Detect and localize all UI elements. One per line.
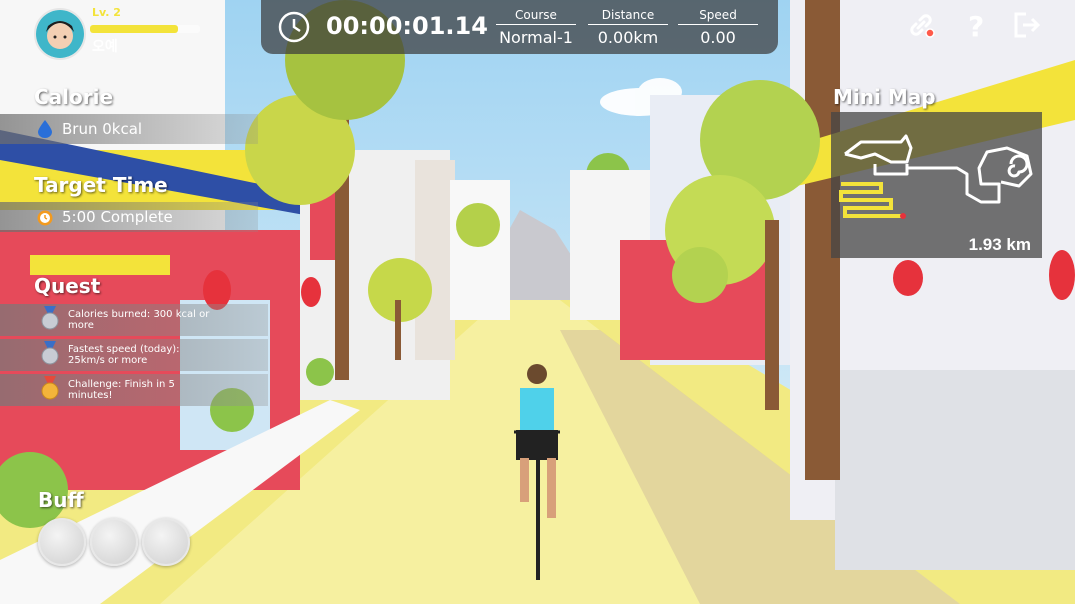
course-value: Normal-1 (499, 28, 573, 47)
buff-title: Buff (38, 488, 84, 512)
minimap-distance: 1.93 km (969, 235, 1031, 254)
distance-value: 0.00km (597, 28, 659, 47)
quest-item: Fastest speed (today): 25km/s or more (0, 339, 268, 371)
silver-medal-icon (40, 306, 62, 334)
minimap-route: 1.93 km (839, 134, 1033, 254)
speed-stat: Speed 0.00 (678, 8, 758, 47)
quest-text: Calories burned: 300 kcal or more (68, 309, 210, 331)
silver-medal-icon (40, 341, 62, 369)
link-icon[interactable] (906, 10, 936, 40)
target-time-title: Target Time (34, 173, 168, 197)
quest-title: Quest (34, 274, 101, 298)
speed-label: Speed (678, 8, 758, 25)
calorie-title: Calorie (34, 85, 114, 109)
quest-text: Challenge: Finish in 5 minutes! (68, 379, 175, 401)
distance-label: Distance (588, 8, 668, 25)
top-stats-bar: 00:00:01.14 Course Normal-1 Distance 0.0… (261, 0, 778, 54)
water-drop-icon (36, 120, 54, 138)
buff-slot-1[interactable] (38, 518, 86, 566)
quest-item: Calories burned: 300 kcal or more (0, 304, 268, 336)
elapsed-timer: 00:00:01.14 (326, 12, 488, 40)
distance-stat: Distance 0.00km (588, 8, 668, 47)
player-xp-bar (90, 25, 200, 33)
calorie-value: Brun 0kcal (62, 120, 143, 138)
svg-text:?: ? (968, 10, 984, 40)
target-time-value: 5:00 Complete (62, 208, 173, 226)
speed-value: 0.00 (700, 28, 736, 47)
minimap-title: Mini Map (833, 85, 936, 109)
player-level: Lv. 2 (92, 6, 121, 19)
calorie-bar: Brun 0kcal (0, 114, 258, 144)
minimap: 1.93 km (831, 112, 1042, 258)
course-label: Course (496, 8, 576, 25)
gold-medal-icon (40, 376, 62, 404)
buff-slot-2[interactable] (90, 518, 138, 566)
target-time-bar: 5:00 Complete (0, 202, 258, 232)
alarm-clock-icon (36, 208, 54, 226)
buff-slot-3[interactable] (142, 518, 190, 566)
help-icon[interactable]: ? (962, 10, 992, 43)
player-avatar (34, 8, 86, 60)
player-name: 오예 (92, 39, 118, 55)
avatar-face-icon (36, 10, 84, 58)
quest-item: Challenge: Finish in 5 minutes! (0, 374, 268, 406)
exit-icon[interactable] (1012, 10, 1042, 40)
quest-text: Fastest speed (today): 25km/s or more (68, 344, 180, 366)
clock-icon (277, 10, 311, 48)
course-stat: Course Normal-1 (496, 8, 576, 47)
player-xp-fill (90, 25, 178, 33)
